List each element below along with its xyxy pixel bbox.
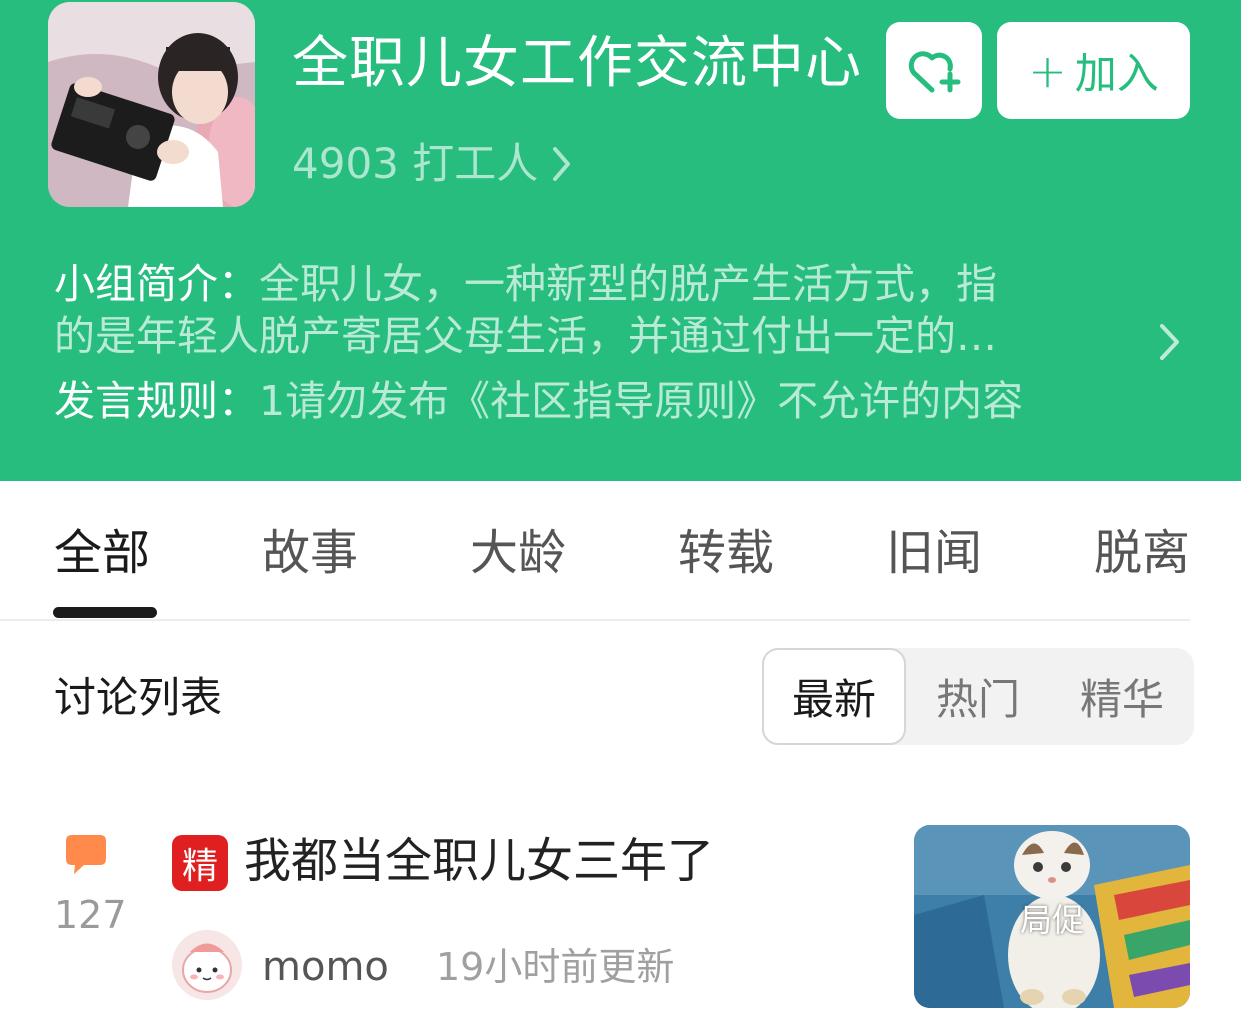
discussion-list-title: 讨论列表 [54,673,223,722]
group-title: 全职儿女工作交流中心 [292,31,862,96]
sort-hot[interactable]: 热门 [906,648,1050,745]
intro-text-continued: 的是年轻人脱产寄居父母生活，并通过付出一定的… [54,312,997,360]
featured-badge: 精 [172,835,228,891]
member-count: 4903 打工人 [292,139,539,188]
author-avatar[interactable] [172,930,242,1000]
comment-count: 127 [54,893,127,937]
sort-segmented-control: 最新 热门 精华 [762,648,1194,745]
intro-label: 小组简介： [54,260,259,308]
group-intro[interactable]: 小组简介：全职儿女，一种新型的脱产生活方式，指 [54,259,1114,310]
intro-text: 全职儿女，一种新型的脱产生活方式，指 [259,260,997,308]
tabs-divider [0,619,1190,621]
sort-featured[interactable]: 精华 [1050,648,1194,745]
join-button[interactable]: + 加入 [997,22,1190,119]
thumbnail-caption: 局促 [1019,901,1084,939]
group-header: 全职儿女工作交流中心 4903 打工人 + 加入 小组简介：全职儿女，一种新型的… [0,0,1241,481]
follow-heart-button[interactable] [886,22,982,119]
tab-all[interactable]: 全部 [54,521,150,585]
post-title[interactable]: 我都当全职儿女三年了 [244,830,714,894]
group-avatar[interactable] [48,2,255,207]
author-name[interactable]: momo [262,941,389,993]
tab-reposts[interactable]: 转载 [678,521,774,585]
tab-old-news[interactable]: 旧闻 [886,521,982,585]
group-rules[interactable]: 发言规则：1请勿发布《社区指导原则》不允许的内容 [54,373,1023,429]
join-label: 加入 [1074,49,1159,98]
tab-stories[interactable]: 故事 [262,521,358,585]
heart-plus-icon [908,50,961,92]
tab-escape[interactable]: 脱离 [1094,521,1190,585]
tab-older[interactable]: 大龄 [470,521,566,585]
member-count-link[interactable]: 4903 打工人 [292,134,572,194]
plus-icon: + [1028,43,1067,98]
active-tab-indicator [53,607,157,618]
rules-label: 发言规则： [54,377,259,425]
sort-latest[interactable]: 最新 [762,648,906,745]
post-updated-time: 19小时前更新 [436,945,675,989]
intro-chevron-right-icon[interactable] [1158,322,1182,362]
category-tabs: 全部 故事 大龄 转载 旧闻 脱离 [0,481,1241,621]
chevron-right-icon [553,147,571,181]
post-thumbnail[interactable]: 局促 [914,825,1190,1008]
rules-text: 1请勿发布《社区指导原则》不允许的内容 [259,377,1024,425]
comment-bubble-icon [66,835,106,874]
